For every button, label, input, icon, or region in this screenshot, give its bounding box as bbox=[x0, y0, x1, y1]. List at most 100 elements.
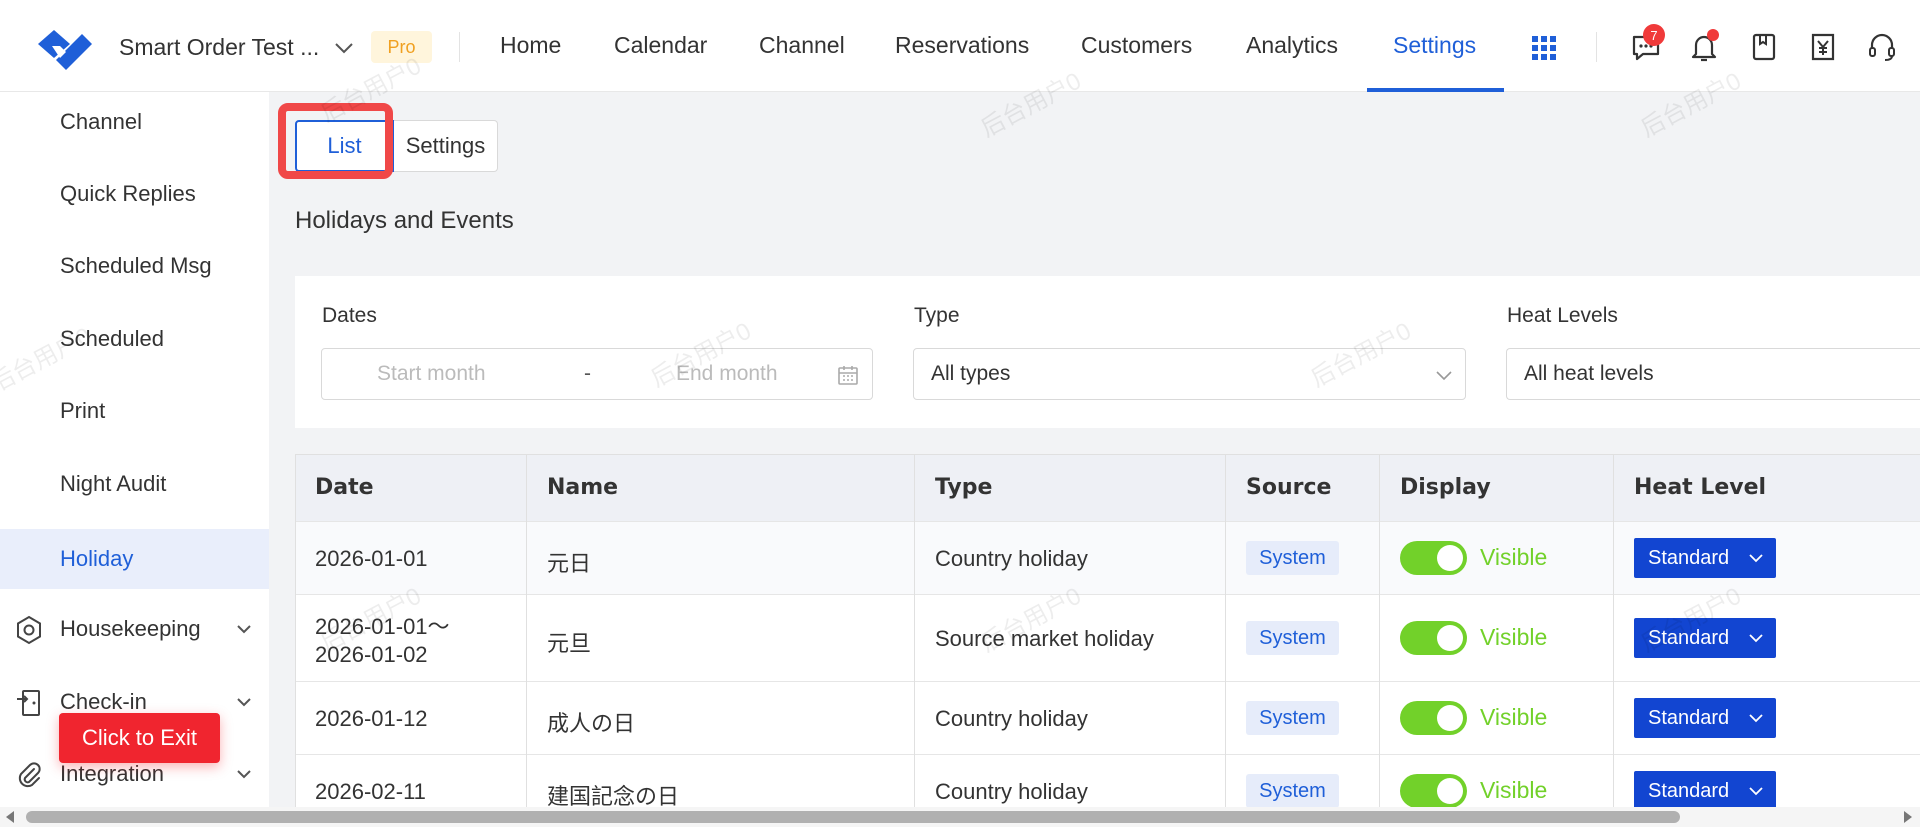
heat-level-label: Standard bbox=[1648, 706, 1730, 729]
chevron-down-icon[interactable] bbox=[333, 38, 355, 58]
scrollbar-thumb[interactable] bbox=[26, 811, 1680, 823]
scroll-left-arrow-icon[interactable] bbox=[6, 811, 14, 823]
table-row: 2026-01-01～ 2026-01-02 元旦 Source market … bbox=[296, 594, 1920, 681]
row-date: 2026-01-01 bbox=[315, 546, 428, 571]
invoice-yen-icon[interactable] bbox=[1806, 30, 1840, 64]
nav-settings[interactable]: Settings bbox=[1393, 32, 1476, 59]
customer-service-headset-icon[interactable] bbox=[1865, 30, 1899, 64]
store-name[interactable]: Smart Order Test ... bbox=[119, 34, 319, 61]
sidebar-item-holiday[interactable]: Holiday bbox=[0, 529, 269, 589]
holiday-table: Date Name Type Source Display Heat Level… bbox=[295, 454, 1920, 807]
column-header-type: Type bbox=[935, 475, 993, 500]
row-name: 建国記念の日 bbox=[547, 784, 680, 807]
sidebar-item-channel[interactable]: Channel bbox=[0, 92, 269, 152]
chevron-down-icon bbox=[237, 698, 251, 707]
calendar-icon bbox=[838, 366, 858, 385]
nav-calendar[interactable]: Calendar bbox=[614, 32, 707, 59]
top-nav-bar: Smart Order Test ... Pro Home Calendar C… bbox=[0, 0, 1920, 92]
display-toggle[interactable] bbox=[1400, 541, 1467, 575]
brand-logo-icon[interactable] bbox=[34, 22, 96, 70]
row-type: Country holiday bbox=[935, 706, 1088, 731]
date-range-picker[interactable]: Start month - End month bbox=[321, 348, 873, 400]
main-content: List Settings Holidays and Events Dates … bbox=[269, 92, 1920, 807]
chevron-down-icon bbox=[1749, 787, 1763, 796]
column-header-heat-level: Heat Level bbox=[1634, 475, 1767, 500]
check-in-door-icon bbox=[17, 690, 40, 716]
row-name: 元日 bbox=[547, 551, 592, 576]
range-separator: - bbox=[584, 362, 591, 385]
horizontal-scrollbar[interactable] bbox=[0, 807, 1920, 827]
start-month-placeholder: Start month bbox=[377, 362, 486, 385]
sidebar-item-night-audit[interactable]: Night Audit bbox=[0, 454, 269, 514]
heat-level-dropdown[interactable]: Standard bbox=[1634, 698, 1776, 738]
nav-customers[interactable]: Customers bbox=[1081, 32, 1192, 59]
sidebar-group-label: Check-in bbox=[60, 689, 147, 714]
notification-dot bbox=[1707, 29, 1719, 41]
click-to-exit-button[interactable]: Click to Exit bbox=[59, 713, 220, 763]
type-filter-label: Type bbox=[914, 304, 960, 327]
row-type: Country holiday bbox=[935, 546, 1088, 571]
paperclip-icon bbox=[18, 762, 41, 788]
sidebar-item-scheduled-msg[interactable]: Scheduled Msg bbox=[0, 236, 269, 296]
source-tag: System bbox=[1246, 701, 1339, 735]
heat-level-dropdown[interactable]: Standard bbox=[1634, 618, 1776, 658]
heat-level-label: Standard bbox=[1648, 546, 1730, 569]
column-divider bbox=[1225, 455, 1226, 807]
table-row: 2026-01-01 元日 Country holiday System Vis… bbox=[296, 521, 1920, 594]
heat-level-select[interactable]: All heat levels bbox=[1506, 348, 1920, 400]
apps-grid-icon[interactable] bbox=[1532, 36, 1556, 60]
sidebar-item-print[interactable]: Print bbox=[0, 381, 269, 441]
source-tag: System bbox=[1246, 541, 1339, 575]
source-tag: System bbox=[1246, 621, 1339, 655]
row-name: 成人の日 bbox=[547, 711, 636, 736]
scroll-right-arrow-icon[interactable] bbox=[1904, 811, 1912, 823]
row-date: 2026-01-12 bbox=[315, 706, 428, 731]
type-select-value: All types bbox=[931, 362, 1011, 385]
column-divider bbox=[1613, 455, 1614, 807]
nav-divider bbox=[1596, 32, 1597, 62]
chevron-down-icon bbox=[237, 625, 251, 634]
table-header: Date Name Type Source Display Heat Level bbox=[296, 455, 1920, 521]
bookmark-book-icon[interactable] bbox=[1747, 30, 1781, 64]
row-date: 2026-02-11 bbox=[315, 779, 426, 804]
display-toggle[interactable] bbox=[1400, 621, 1467, 655]
chevron-down-icon bbox=[1749, 554, 1763, 563]
tab-settings[interactable]: Settings bbox=[394, 120, 498, 172]
heat-level-label: Standard bbox=[1648, 779, 1730, 802]
settings-sidebar: Channel Quick Replies Scheduled Msg Sche… bbox=[0, 92, 269, 807]
nav-divider bbox=[459, 32, 460, 62]
heat-level-dropdown[interactable]: Standard bbox=[1634, 538, 1776, 578]
heat-level-dropdown[interactable]: Standard bbox=[1634, 771, 1776, 807]
page-title: Holidays and Events bbox=[295, 207, 514, 234]
sidebar-item-quick-replies[interactable]: Quick Replies bbox=[0, 164, 269, 224]
display-status: Visible bbox=[1480, 704, 1548, 730]
sidebar-group-housekeeping[interactable]: Housekeeping bbox=[0, 599, 269, 659]
view-tabs: List Settings bbox=[295, 120, 498, 172]
nav-home[interactable]: Home bbox=[500, 32, 561, 59]
filter-panel: Dates Start month - End month Type All t… bbox=[295, 276, 1920, 428]
message-count-badge: 7 bbox=[1643, 24, 1665, 46]
display-status: Visible bbox=[1480, 544, 1548, 570]
display-toggle[interactable] bbox=[1400, 701, 1467, 735]
column-divider bbox=[526, 455, 527, 807]
heat-level-select-value: All heat levels bbox=[1524, 362, 1654, 385]
type-select[interactable]: All types bbox=[913, 348, 1466, 400]
row-type: Source market holiday bbox=[935, 626, 1154, 651]
chevron-down-icon bbox=[237, 770, 251, 779]
nav-reservations[interactable]: Reservations bbox=[895, 32, 1029, 59]
chevron-down-icon bbox=[1749, 714, 1763, 723]
display-toggle[interactable] bbox=[1400, 774, 1467, 807]
table-row: 2026-01-12 成人の日 Country holiday System V… bbox=[296, 681, 1920, 754]
display-status: Visible bbox=[1480, 624, 1548, 650]
chevron-down-icon bbox=[1749, 634, 1763, 643]
row-type: Country holiday bbox=[935, 779, 1088, 804]
sidebar-item-scheduled[interactable]: Scheduled bbox=[0, 309, 269, 369]
nav-channel[interactable]: Channel bbox=[759, 32, 845, 59]
plan-badge: Pro bbox=[371, 31, 432, 63]
column-header-source: Source bbox=[1246, 475, 1332, 500]
tab-list[interactable]: List bbox=[295, 120, 394, 172]
chevron-down-icon bbox=[1436, 371, 1452, 381]
source-tag: System bbox=[1246, 774, 1339, 807]
sidebar-group-label: Housekeeping bbox=[60, 616, 201, 641]
nav-analytics[interactable]: Analytics bbox=[1246, 32, 1338, 59]
